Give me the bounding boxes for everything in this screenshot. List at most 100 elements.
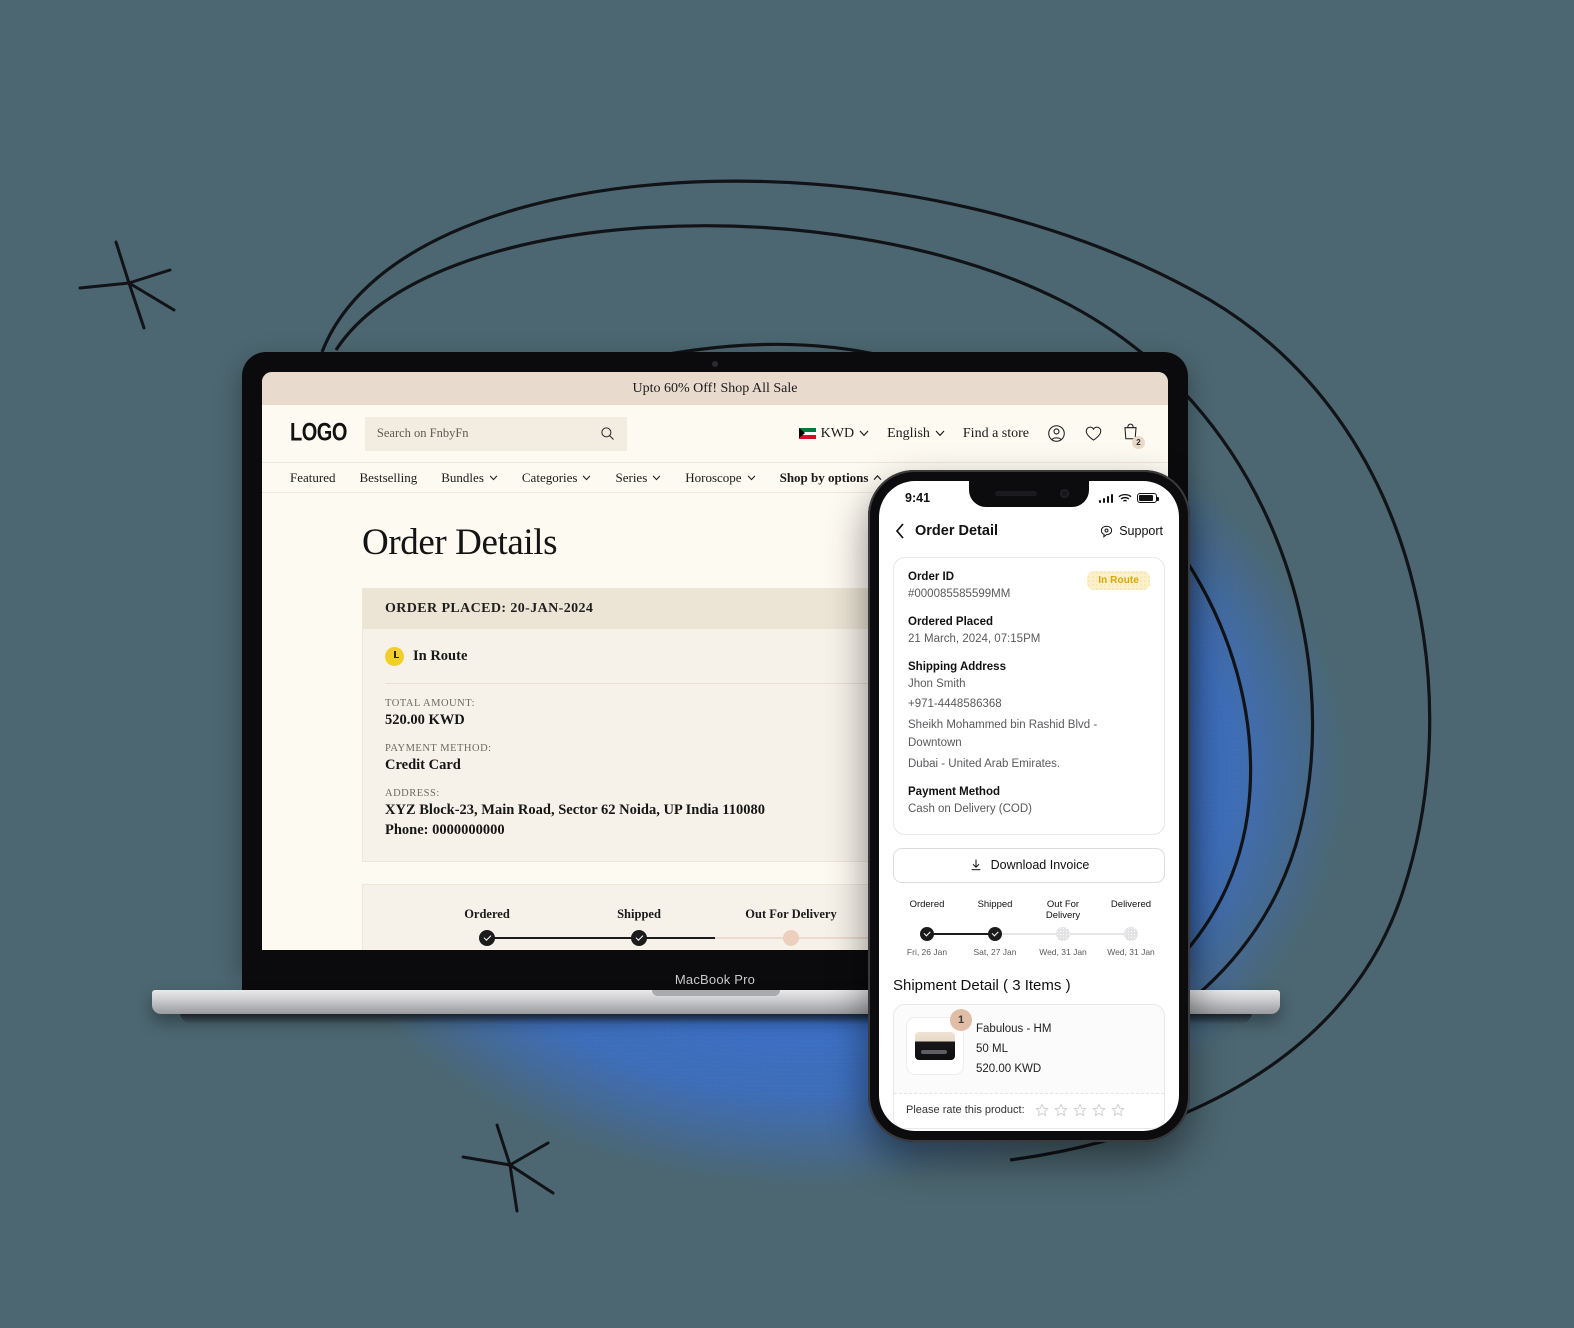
order-info-card: Order ID #000085585599MM In Route Ordere… [893, 557, 1165, 835]
download-icon [971, 859, 981, 871]
cart-button[interactable]: 2 [1121, 422, 1145, 449]
shipping-line-2: Dubai - United Arab Emirates. [908, 757, 1061, 770]
payment-method-label: Payment Method [908, 785, 1001, 798]
shipment-item-row: 1 Fabulous - HM 50 ML 520.00 KWD [894, 1004, 1164, 1093]
nav-item-categories[interactable]: Categories [522, 470, 592, 486]
ordered-placed-value: 21 March, 2024, 07:15PM [908, 632, 1041, 645]
quantity-badge: 1 [950, 1008, 972, 1031]
header-actions: KWD English Find a store 2 [798, 422, 1145, 449]
download-invoice-button[interactable]: Download Invoice [893, 847, 1165, 883]
front-camera-icon [1060, 489, 1069, 498]
star-outline-icon[interactable] [1053, 1103, 1068, 1117]
tracking-point-out-for-delivery [1056, 926, 1070, 941]
shipping-name: Jhon Smith [908, 677, 966, 690]
chevron-down-icon [935, 430, 945, 437]
language-label: English [887, 425, 930, 441]
chevron-down-icon [652, 475, 661, 480]
tracking-step-label: Out For Delivery [745, 907, 837, 921]
status-time: 9:41 [905, 491, 931, 505]
star-outline-icon[interactable] [1091, 1103, 1106, 1117]
tracking-step-label: Delivered [1110, 898, 1152, 910]
cellular-bars-icon [1098, 493, 1113, 503]
webcam-icon [712, 361, 718, 367]
search-icon [601, 427, 614, 440]
rate-label: Please rate this product: [906, 1103, 1025, 1116]
star-rating[interactable] [1034, 1103, 1125, 1117]
payment-method-value: Cash on Delivery (COD) [908, 802, 1032, 815]
phone-tracking-progress: Ordered Shipped Out For Delivery Deliver… [893, 899, 1165, 957]
nav-item-horoscope[interactable]: Horoscope [685, 470, 755, 486]
tracking-point-shipped [988, 926, 1002, 941]
find-a-store-link[interactable]: Find a store [963, 426, 1029, 442]
nav-item-series[interactable]: Series [615, 470, 661, 486]
tracking-point-out-for-delivery [783, 930, 799, 946]
cart-count-badge: 2 [1132, 435, 1145, 449]
shipping-phone: +971-4448586368 [908, 698, 1002, 711]
kuwait-flag-icon [798, 428, 816, 439]
tracking-step-label: Shipped [977, 898, 1013, 910]
shipping-address-label: Shipping Address [908, 660, 1006, 673]
scene: Upto 60% Off! Shop All Sale LOGO Search … [0, 0, 1574, 1328]
tracking-step-labels: Ordered Shipped Out For Delivery Deliver… [893, 899, 1165, 921]
order-id-row: Order ID #000085585599MM In Route [908, 571, 1150, 604]
heart-icon[interactable] [1084, 424, 1103, 443]
tracking-step-date: Fri, 26 Jan [906, 946, 948, 957]
tracking-rail-fill [927, 932, 995, 935]
star-outline-icon[interactable] [1034, 1103, 1049, 1117]
currency-label: KWD [820, 425, 855, 441]
order-id-label: Order ID [908, 571, 955, 583]
clock-icon [385, 647, 404, 666]
ordered-placed-block: Ordered Placed 21 March, 2024, 07:15PM [908, 616, 1150, 649]
order-id-value: #000085585599MM [908, 588, 1011, 600]
status-indicators [1098, 493, 1159, 504]
find-a-store-label: Find a store [962, 425, 1029, 441]
status-badge: In Route [1087, 571, 1150, 590]
chevron-up-icon [874, 474, 882, 480]
device-label: MacBook Pro [674, 971, 756, 987]
product-info: Fabulous - HM 50 ML 520.00 KWD [976, 1017, 1051, 1079]
tracking-rail [893, 926, 1165, 941]
tracking-step-date: Wed, 31 Jan [1039, 946, 1087, 957]
product-size: 50 ML [976, 1042, 1008, 1055]
nav-label: Bundles [441, 469, 484, 485]
star-outline-icon[interactable] [1110, 1103, 1125, 1117]
shipping-line-1: Sheikh Mohammed bin Rashid Blvd - Downto… [908, 719, 1098, 750]
support-button[interactable]: Support [1099, 524, 1163, 539]
phone-notch [969, 481, 1089, 507]
tracking-step-label: Out For Delivery [1045, 898, 1081, 921]
promo-banner[interactable]: Upto 60% Off! Shop All Sale [262, 372, 1168, 405]
app-header: Order Detail Support [879, 511, 1179, 551]
currency-selector[interactable]: KWD [798, 425, 869, 442]
nav-item-shop-by-options[interactable]: Shop by options [780, 470, 883, 486]
nav-label: Categories [521, 469, 578, 485]
tracking-rail-fill [487, 937, 715, 940]
chevron-down-icon [747, 475, 755, 480]
chevron-left-icon[interactable] [895, 523, 905, 539]
status-badge: In Route [413, 648, 468, 664]
iphone-device: 9:41 Order Detail Support Order ID #0000… [868, 470, 1190, 1142]
nav-item-bestselling[interactable]: Bestselling [359, 470, 417, 486]
nav-label: Featured [290, 469, 336, 485]
shipment-detail-title: Shipment Detail ( 3 Items ) [893, 976, 1071, 994]
payment-method-block: Payment Method Cash on Delivery (COD) [908, 786, 1150, 819]
site-logo[interactable]: LOGO [290, 419, 347, 448]
support-chat-icon [1101, 525, 1113, 538]
phone-screen: 9:41 Order Detail Support Order ID #0000… [879, 481, 1179, 1131]
shipment-item-card[interactable]: 1 Fabulous - HM 50 ML 520.00 KWD Please … [893, 1003, 1165, 1129]
download-invoice-label: Download Invoice [990, 858, 1090, 872]
nav-item-featured[interactable]: Featured [290, 470, 335, 486]
chevron-down-icon [489, 475, 498, 480]
search-input[interactable]: Search on FnbyFn [364, 416, 627, 451]
nav-item-bundles[interactable]: Bundles [441, 470, 498, 486]
tracking-point-ordered [920, 926, 934, 941]
user-circle-icon[interactable] [1047, 424, 1066, 443]
product-name: Fabulous - HM [976, 1022, 1052, 1035]
language-selector[interactable]: English [887, 426, 945, 442]
product-thumbnail: 1 [906, 1008, 972, 1075]
tracking-step-date: Sat, 27 Jan [973, 946, 1017, 957]
nav-label: Series [615, 469, 648, 485]
rating-row: Please rate this product: [894, 1092, 1164, 1128]
star-outline-icon[interactable] [1072, 1103, 1087, 1117]
product-price: 520.00 KWD [976, 1062, 1042, 1075]
product-jar-image [915, 1031, 955, 1060]
